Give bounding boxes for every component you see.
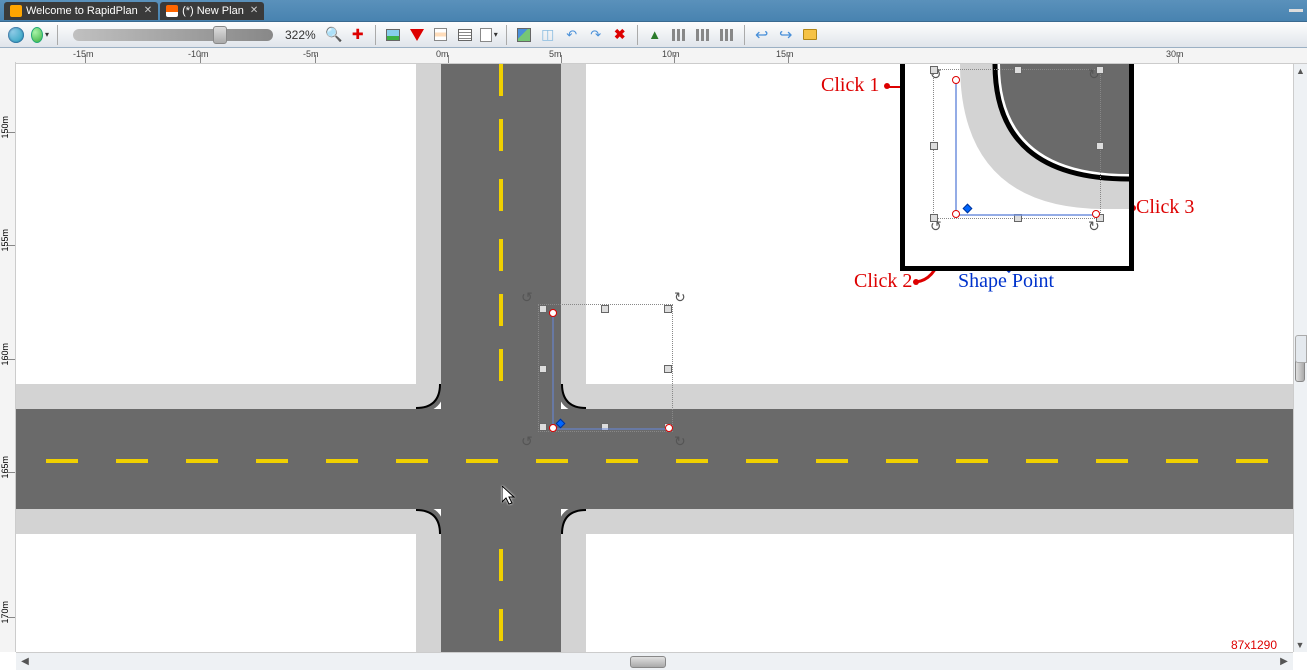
send-back-icon: ◫ — [541, 26, 554, 43]
status-dimensions: 87x1290 — [1231, 638, 1277, 652]
zoom-slider[interactable] — [73, 29, 273, 41]
separator — [57, 25, 58, 45]
align-center-icon — [696, 29, 710, 41]
rotate-ccw-button[interactable]: ↶ — [562, 25, 582, 45]
form-icon — [434, 28, 447, 41]
ruler-horizontal: -15m-10m-5m0m5m10m15m30m — [0, 48, 1307, 64]
chevron-down-icon: ▾ — [494, 30, 498, 39]
yield-icon — [410, 29, 424, 41]
separator — [744, 25, 745, 45]
open-button[interactable] — [800, 25, 820, 45]
table-button[interactable] — [455, 25, 475, 45]
magnifier-icon: 🔍 — [325, 26, 342, 43]
rotate-handle-bl[interactable]: ↺ — [521, 433, 537, 449]
annotation-click3: Click 3 — [1136, 196, 1194, 219]
control-point-3[interactable] — [665, 424, 673, 432]
zoom-tool-button[interactable]: 🔍 — [324, 25, 344, 45]
canvas[interactable]: ↺ ↻ ↺ ↻ — [16, 64, 1293, 652]
align-left-icon — [672, 29, 686, 41]
page-button[interactable]: ▾ — [479, 25, 499, 45]
tab-label: Welcome to RapidPlan — [26, 5, 138, 17]
delete-button[interactable]: ✖ — [610, 25, 630, 45]
form-button[interactable] — [431, 25, 451, 45]
mouse-cursor — [502, 486, 518, 511]
align-right-button[interactable] — [717, 25, 737, 45]
redo-button[interactable]: ↪ — [776, 25, 796, 45]
map-icon — [31, 27, 43, 43]
undo-button[interactable]: ↩ — [752, 25, 772, 45]
ruler-vertical: 150m155m160m165m170m — [0, 62, 16, 652]
page-icon — [480, 28, 492, 42]
align-left-button[interactable] — [669, 25, 689, 45]
table-icon — [458, 29, 472, 41]
close-icon[interactable]: ✕ — [144, 5, 152, 16]
scrollbar-horizontal[interactable]: ◀ ▶ — [16, 652, 1293, 670]
map-button[interactable]: ▾ — [30, 25, 50, 45]
tab-welcome[interactable]: Welcome to RapidPlan ✕ — [4, 2, 158, 20]
crosshair-button[interactable]: ✚ — [348, 25, 368, 45]
flip-button[interactable]: ▲ — [645, 25, 665, 45]
tab-label: (*) New Plan — [182, 5, 244, 17]
send-back-button[interactable]: ◫ — [538, 25, 558, 45]
rotate-cw-icon: ↷ — [590, 27, 601, 43]
scroll-up-arrow[interactable]: ▲ — [1295, 64, 1307, 78]
annotation-click1: Click 1 — [821, 74, 879, 97]
separator — [506, 25, 507, 45]
scroll-right-arrow[interactable]: ▶ — [1275, 654, 1293, 670]
globe-icon — [8, 27, 24, 43]
folder-icon — [803, 29, 817, 40]
inset-detail-box: ↺ ↻ ↺ ↻ — [900, 64, 1134, 271]
globe-button[interactable] — [6, 25, 26, 45]
delete-icon: ✖ — [614, 26, 626, 43]
toolbar: ▾ 322% 🔍 ✚ ▾ ◫ ↶ ↷ ✖ ▲ ↩ ↪ — [0, 22, 1307, 48]
image-icon — [386, 29, 400, 41]
rotate-ccw-icon: ↶ — [566, 27, 577, 43]
redo-icon: ↪ — [779, 25, 792, 45]
chevron-down-icon: ▾ — [45, 30, 49, 39]
rapidplan-icon — [10, 5, 22, 17]
rotate-cw-button[interactable]: ↷ — [586, 25, 606, 45]
annotation-dot — [884, 83, 890, 89]
image-button[interactable] — [383, 25, 403, 45]
tab-newplan[interactable]: (*) New Plan ✕ — [160, 2, 264, 20]
control-point-2[interactable] — [549, 424, 557, 432]
rotate-handle-tl[interactable]: ↺ — [521, 289, 537, 305]
selection-bounds[interactable]: ↺ ↻ ↺ ↻ — [538, 304, 673, 432]
flip-icon: ▲ — [648, 27, 661, 42]
crosshair-icon: ✚ — [352, 26, 364, 43]
layers-button[interactable] — [514, 25, 534, 45]
undo-icon: ↩ — [755, 25, 768, 45]
yield-sign-button[interactable] — [407, 25, 427, 45]
collapse-panel-handle[interactable] — [1295, 335, 1307, 363]
layers-icon — [517, 28, 531, 42]
slider-thumb[interactable] — [213, 26, 227, 44]
annotation-click2: Click 2 — [854, 270, 912, 293]
title-bar: Welcome to RapidPlan ✕ (*) New Plan ✕ — [0, 0, 1307, 22]
zoom-value: 322% — [285, 28, 316, 42]
vlc-icon — [166, 5, 178, 17]
separator — [637, 25, 638, 45]
scroll-thumb-h[interactable] — [630, 656, 666, 668]
separator — [375, 25, 376, 45]
title-bar-handle — [1289, 9, 1303, 12]
close-icon[interactable]: ✕ — [250, 5, 258, 16]
scroll-down-arrow[interactable]: ▼ — [1294, 638, 1306, 652]
control-point-1[interactable] — [549, 309, 557, 317]
scroll-left-arrow[interactable]: ◀ — [16, 654, 34, 670]
align-right-icon — [720, 29, 734, 41]
align-center-button[interactable] — [693, 25, 713, 45]
scroll-track-h[interactable] — [34, 655, 1275, 669]
rotate-handle-tr[interactable]: ↻ — [674, 289, 690, 305]
